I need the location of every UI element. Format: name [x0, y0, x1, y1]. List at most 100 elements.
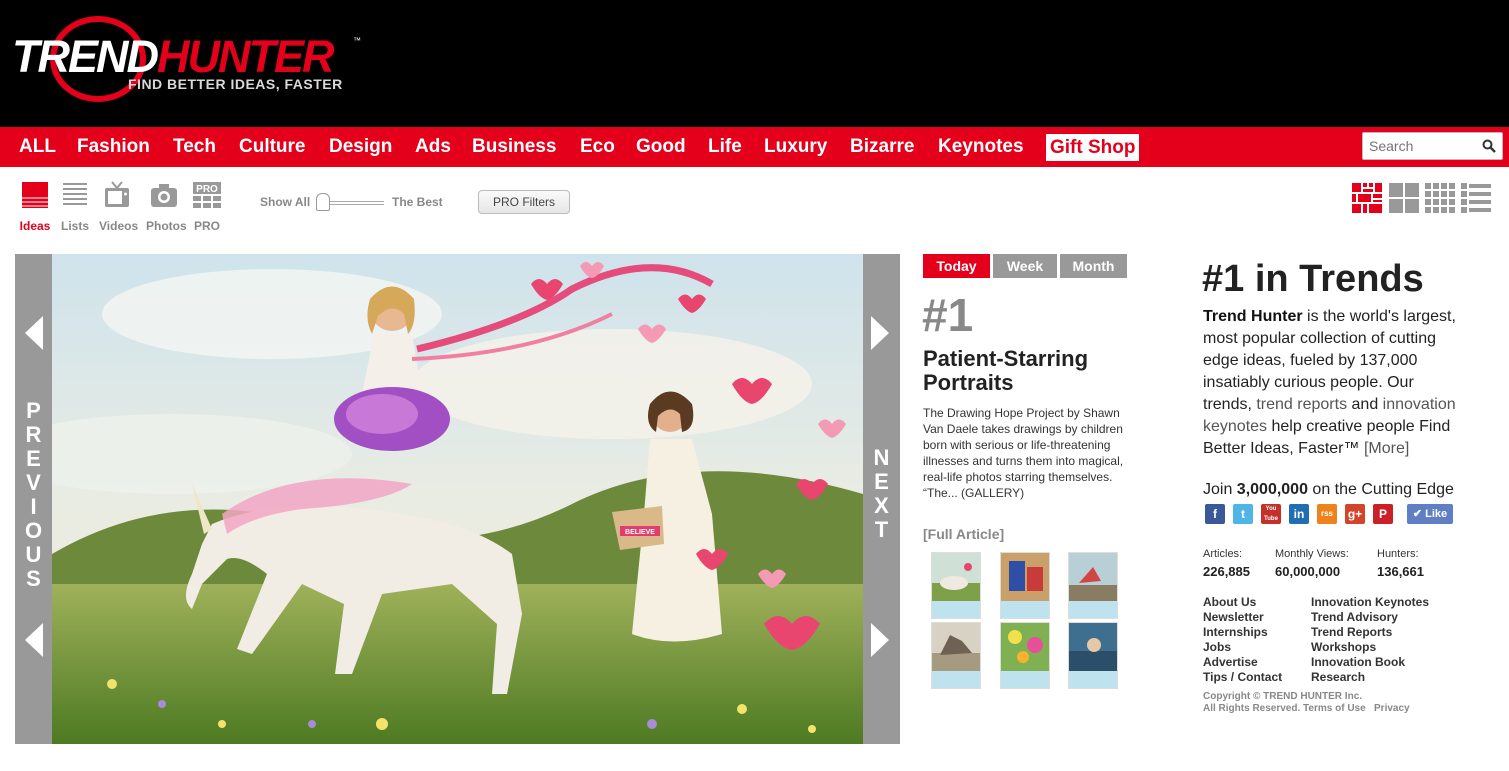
thumbnail-image — [1069, 623, 1117, 688]
format-pro[interactable]: PRO PRO — [189, 181, 225, 233]
footer-link-newsletter[interactable]: Newsletter — [1203, 610, 1264, 625]
format-videos[interactable]: Videos — [99, 181, 138, 233]
nav-item-good[interactable]: Good — [636, 136, 686, 158]
tab-today[interactable]: Today — [923, 254, 990, 278]
stat-label-articles: Articles: — [1203, 548, 1243, 560]
previous-button[interactable]: P R E V I O U S — [15, 254, 52, 744]
facebook-like-button[interactable]: ✔ Like — [1407, 504, 1453, 524]
gallery-thumbnail[interactable] — [931, 552, 981, 619]
basket-sign-text: BELIEVE — [625, 529, 655, 536]
legal-line: All Rights Reserved. Terms of Use Privac… — [1203, 703, 1410, 714]
list-view-icon[interactable] — [1461, 183, 1491, 213]
nav-item-life[interactable]: Life — [708, 136, 742, 158]
thumbnail-image — [932, 623, 980, 688]
terms-of-use-link[interactable]: Terms of Use — [1303, 703, 1366, 714]
featured-slideshow: P R E V I O U S BELIEVE N E X T — [15, 254, 900, 744]
footer-link-innovation-keynotes[interactable]: Innovation Keynotes — [1311, 595, 1429, 610]
more-link[interactable]: [More] — [1364, 440, 1409, 457]
format-photos[interactable]: Photos — [146, 181, 187, 233]
arrow-right-icon — [871, 623, 889, 657]
quality-slider[interactable] — [316, 193, 384, 211]
full-article-link[interactable]: [Full Article] — [923, 526, 1004, 542]
google-plus-icon[interactable]: g+ — [1345, 504, 1365, 524]
small-grid-view-icon[interactable] — [1425, 183, 1455, 213]
site-header: TRENDHUNTER ™ FIND BETTER IDEAS, FASTER — [0, 0, 1509, 127]
footer-link-innovation-book[interactable]: Innovation Book — [1311, 655, 1405, 670]
tv-icon — [105, 181, 129, 207]
featured-photo[interactable]: BELIEVE — [52, 254, 863, 744]
ideas-icon — [22, 182, 48, 208]
article-rank: #1 — [922, 289, 974, 341]
next-label: N E X T — [863, 446, 900, 542]
large-grid-view-icon[interactable] — [1389, 183, 1419, 213]
footer-link-workshops[interactable]: Workshops — [1311, 640, 1376, 655]
footer-link-advertise[interactable]: Advertise — [1203, 655, 1258, 670]
nav-item-all[interactable]: ALL — [19, 136, 56, 158]
stat-value-hunters: 136,661 — [1377, 564, 1424, 579]
logo-tagline: FIND BETTER IDEAS, FASTER — [128, 76, 343, 92]
linkedin-icon[interactable]: in — [1289, 504, 1309, 524]
next-letter: E — [874, 469, 889, 494]
gallery-thumbnail[interactable] — [1000, 552, 1050, 619]
gallery-thumbnail[interactable] — [1068, 622, 1118, 689]
footer-link-internships[interactable]: Internships — [1203, 625, 1268, 640]
mosaic-view-icon[interactable] — [1352, 183, 1382, 213]
privacy-link[interactable]: Privacy — [1374, 703, 1410, 714]
stat-value-monthly-views: 60,000,000 — [1275, 564, 1341, 579]
member-count: 3,000,000 — [1236, 481, 1308, 498]
rss-icon[interactable]: rss — [1317, 504, 1337, 524]
trend-hunter-logo[interactable]: TRENDHUNTER ™ FIND BETTER IDEAS, FASTER — [10, 14, 365, 104]
thumbnail-image — [1069, 553, 1117, 618]
footer-link-trend-reports[interactable]: Trend Reports — [1311, 625, 1392, 640]
pro-grid-icon: PRO — [193, 182, 221, 208]
nav-item-design[interactable]: Design — [329, 136, 392, 158]
article-title[interactable]: Patient-Starring Portraits — [923, 347, 1123, 395]
footer-link-tips-contact[interactable]: Tips / Contact — [1203, 670, 1282, 685]
nav-item-keynotes[interactable]: Keynotes — [938, 136, 1024, 158]
footer-link-jobs[interactable]: Jobs — [1203, 640, 1231, 655]
gallery-thumbnail[interactable] — [1068, 552, 1118, 619]
stat-value-articles: 226,885 — [1203, 564, 1250, 579]
nav-item-luxury[interactable]: Luxury — [764, 136, 827, 158]
tab-month[interactable]: Month — [1060, 254, 1127, 278]
slider-handle[interactable] — [316, 193, 330, 211]
arrow-right-icon — [871, 316, 889, 350]
footer-link-research[interactable]: Research — [1311, 670, 1365, 685]
the-best-label[interactable]: The Best — [392, 195, 443, 209]
next-letter: X — [874, 493, 889, 518]
facebook-icon[interactable]: f — [1205, 504, 1225, 524]
previous-letter: U — [25, 542, 42, 567]
youtube-icon[interactable]: You Tube — [1261, 504, 1281, 524]
pro-badge-text: PRO — [196, 184, 218, 195]
footer-link-about-us[interactable]: About Us — [1203, 595, 1256, 610]
footer-link-trend-advisory[interactable]: Trend Advisory — [1311, 610, 1398, 625]
trend-reports-link[interactable]: trend reports — [1256, 396, 1347, 413]
nav-item-eco[interactable]: Eco — [580, 136, 615, 158]
nav-item-gift-shop[interactable]: Gift Shop — [1046, 134, 1140, 161]
twitter-icon[interactable]: t — [1233, 504, 1253, 524]
nav-item-fashion[interactable]: Fashion — [77, 136, 150, 158]
blurb-text: and — [1347, 396, 1383, 413]
format-ideas[interactable]: Ideas — [17, 181, 53, 233]
nav-item-tech[interactable]: Tech — [173, 136, 216, 158]
format-lists[interactable]: Lists — [57, 181, 93, 233]
pro-filters-button[interactable]: PRO Filters — [478, 190, 570, 214]
nav-item-business[interactable]: Business — [472, 136, 556, 158]
search-input[interactable] — [1369, 137, 1479, 155]
pinterest-icon[interactable]: P — [1373, 504, 1393, 524]
gallery-thumbnail[interactable] — [1000, 622, 1050, 689]
thumbnail-image — [1001, 553, 1049, 618]
nav-item-culture[interactable]: Culture — [239, 136, 306, 158]
previous-label: P R E V I O U S — [15, 399, 52, 591]
logo-wordmark: TRENDHUNTER — [12, 31, 334, 82]
next-button[interactable]: N E X T — [863, 254, 900, 744]
tab-week[interactable]: Week — [993, 254, 1057, 278]
show-all-label[interactable]: Show All — [260, 195, 310, 209]
nav-item-ads[interactable]: Ads — [415, 136, 451, 158]
previous-letter: O — [24, 518, 43, 543]
previous-letter: I — [30, 494, 37, 519]
stat-label-monthly-views: Monthly Views: — [1275, 548, 1349, 560]
search-icon[interactable] — [1482, 139, 1496, 153]
nav-item-bizarre[interactable]: Bizarre — [850, 136, 914, 158]
gallery-thumbnail[interactable] — [931, 622, 981, 689]
